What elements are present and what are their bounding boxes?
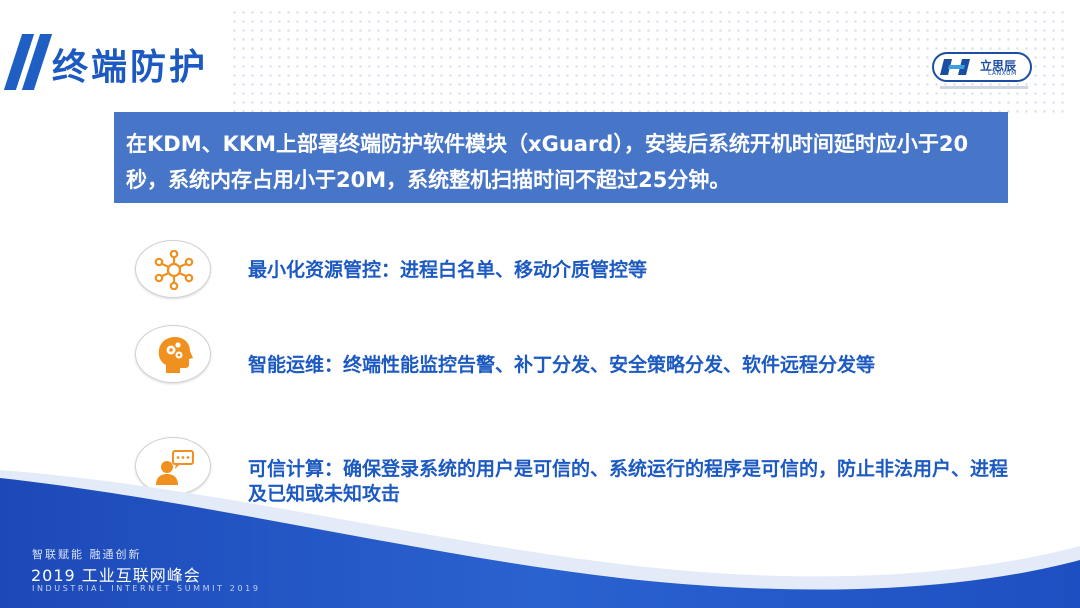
page-title: 终端防护	[52, 47, 209, 88]
feature-resource-control: 最小化资源管控：进程白名单、移动介质管控等	[248, 259, 648, 281]
footer-slogan: 智联赋能 融通创新	[32, 548, 142, 561]
network-hub-icon	[135, 240, 211, 298]
slide: 终端防护 立思辰 LANXUM 在KDM、KKM上部署终端防护软件模块（xGua…	[0, 0, 1080, 608]
feature-smart-ops: 智能运维：终端性能监控告警、补丁分发、安全策略分发、软件远程分发等	[248, 354, 876, 376]
head-gears-icon	[135, 325, 211, 383]
logo-underline	[940, 86, 1028, 89]
footer-summit-title: 2019 工业互联网峰会	[31, 566, 201, 585]
company-logo: 立思辰 LANXUM	[932, 52, 1032, 82]
logo-h-icon	[940, 59, 970, 75]
network-hub-icon-graphic	[154, 250, 194, 290]
logo-name-en: LANXUM	[988, 70, 1017, 77]
footer-summit-title-en: INDUSTRIAL INTERNET SUMMIT 2019	[32, 584, 261, 593]
intro-banner: 在KDM、KKM上部署终端防护软件模块（xGuard），安装后系统开机时间延时应…	[114, 112, 1008, 203]
intro-text: 在KDM、KKM上部署终端防护软件模块（xGuard），安装后系统开机时间延时应…	[126, 132, 969, 192]
head-gears-icon-graphic	[158, 337, 193, 373]
